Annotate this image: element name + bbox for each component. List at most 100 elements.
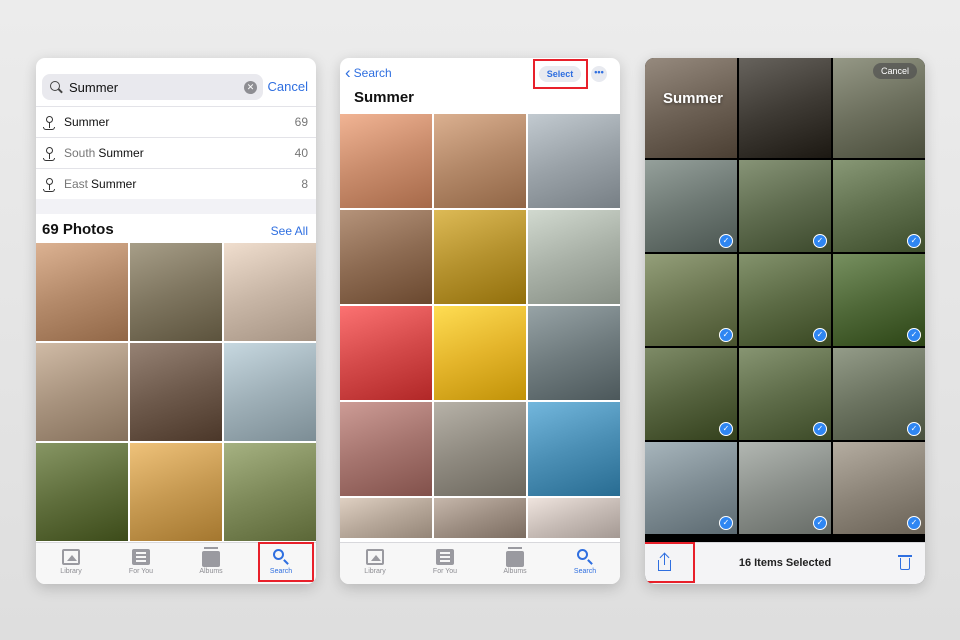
tab-for-you[interactable]: For You [410,543,480,584]
tab-label: Library [364,568,386,575]
back-label: Search [353,66,392,80]
photo-thumbnail[interactable]: ✓ [645,348,737,440]
location-pin-icon [43,177,55,192]
album-title: Summer [354,89,415,106]
photo-thumbnail[interactable] [434,498,526,538]
photo-thumbnail[interactable] [340,306,432,400]
location-pin-icon [43,115,55,130]
tab-albums[interactable]: Albums [480,543,550,584]
tab-bar: Library For You Albums Search [340,542,620,584]
album-screen: ‹ Search Select ••• Summer Library For Y… [340,58,620,584]
tab-search[interactable]: Search [550,543,620,584]
highlight-search-tab [258,542,314,582]
trash-icon[interactable] [898,555,912,570]
checkmark-icon: ✓ [719,516,733,530]
photo-thumbnail[interactable]: ✓ [833,254,925,346]
suggestion-label: Summer [91,177,137,191]
tab-library[interactable]: Library [340,543,410,584]
photo-thumbnail[interactable]: ✓ [739,160,831,252]
see-all-link[interactable]: See All [271,224,308,238]
photo-thumbnail[interactable] [36,243,128,341]
suggestion-label: Summer [64,115,110,129]
photo-thumbnail[interactable] [340,402,432,496]
photo-thumbnail[interactable] [224,343,316,441]
photo-thumbnail[interactable]: ✓ [833,348,925,440]
cancel-selection-button[interactable]: Cancel [872,63,917,79]
tab-label: Albums [199,568,223,575]
checkmark-icon: ✓ [907,234,921,248]
cancel-search-button[interactable]: Cancel [268,79,308,94]
photo-thumbnail[interactable] [36,343,128,441]
suggestion-count: 8 [301,177,308,191]
tab-label: For You [128,568,154,575]
photo-thumbnail[interactable] [340,210,432,304]
photo-thumbnail[interactable]: ✓ [833,160,925,252]
photo-thumbnail[interactable] [130,243,222,341]
search-screen: Summer ✕ Cancel Summer 69 South Summer 4… [36,58,316,584]
checkmark-icon: ✓ [813,422,827,436]
photo-thumbnail[interactable]: ✓ [739,254,831,346]
section-divider [36,199,316,214]
photo-thumbnail[interactable] [528,306,620,400]
more-options-icon[interactable]: ••• [591,66,607,82]
photo-thumbnail[interactable] [434,402,526,496]
search-icon [50,80,63,94]
photo-thumbnail[interactable] [36,443,128,541]
search-input[interactable]: Summer ✕ [42,74,263,100]
photo-thumbnail[interactable]: ✓ [645,160,737,252]
photo-thumbnail[interactable] [528,210,620,304]
highlight-select-button [533,59,588,89]
photo-thumbnail[interactable] [528,114,620,208]
tab-for-you[interactable]: For You [106,543,176,584]
tab-label: Library [60,568,82,575]
tab-label: Albums [503,568,527,575]
suggestion-row[interactable]: East Summer 8 [36,168,316,199]
photo-thumbnail[interactable] [645,58,737,158]
photo-thumbnail[interactable] [528,498,620,538]
checkmark-icon: ✓ [907,422,921,436]
photo-thumbnail[interactable]: ✓ [645,254,737,346]
back-button[interactable]: ‹ Search [345,63,392,82]
checkmark-icon: ✓ [719,422,733,436]
chevron-left-icon: ‹ [345,63,351,82]
checkmark-icon: ✓ [719,234,733,248]
clear-search-icon[interactable]: ✕ [244,80,257,94]
photo-thumbnail[interactable] [224,443,316,541]
photo-thumbnail[interactable] [434,210,526,304]
tab-albums[interactable]: Albums [176,543,246,584]
suggestion-row[interactable]: Summer 69 [36,106,316,137]
photos-section-title: 69 Photos [42,221,114,238]
photo-thumbnail[interactable]: ✓ [833,442,925,534]
tab-label: For You [432,568,458,575]
suggestion-count: 69 [294,115,308,129]
photo-thumbnail[interactable] [434,114,526,208]
tab-library[interactable]: Library [36,543,106,584]
photo-thumbnail[interactable] [528,402,620,496]
checkmark-icon: ✓ [907,328,921,342]
photo-thumbnail[interactable]: ✓ [645,442,737,534]
library-icon [62,549,80,565]
suggestion-label: Summer [98,146,144,160]
location-pin-icon [43,146,55,161]
photo-thumbnail[interactable] [434,306,526,400]
photo-grid: ✓ ✓ ✓ ✓ ✓ ✓ ✓ ✓ ✓ ✓ ✓ ✓ [645,58,925,544]
photo-thumbnail[interactable] [739,58,831,158]
photo-thumbnail[interactable] [130,443,222,541]
photo-thumbnail[interactable]: ✓ [739,348,831,440]
photo-thumbnail[interactable] [340,498,432,538]
photo-grid [340,114,620,544]
album-title: Summer [663,90,724,107]
albums-icon [506,547,524,567]
photo-thumbnail[interactable] [130,343,222,441]
suggestion-prefix: East [64,177,89,191]
checkmark-icon: ✓ [813,234,827,248]
suggestion-count: 40 [294,146,308,160]
tab-label: Search [573,568,597,575]
photo-thumbnail[interactable] [340,114,432,208]
checkmark-icon: ✓ [813,516,827,530]
suggestion-row[interactable]: South Summer 40 [36,137,316,168]
checkmark-icon: ✓ [907,516,921,530]
photo-thumbnail[interactable]: ✓ [739,442,831,534]
photo-grid [36,243,316,543]
photo-thumbnail[interactable] [224,243,316,341]
